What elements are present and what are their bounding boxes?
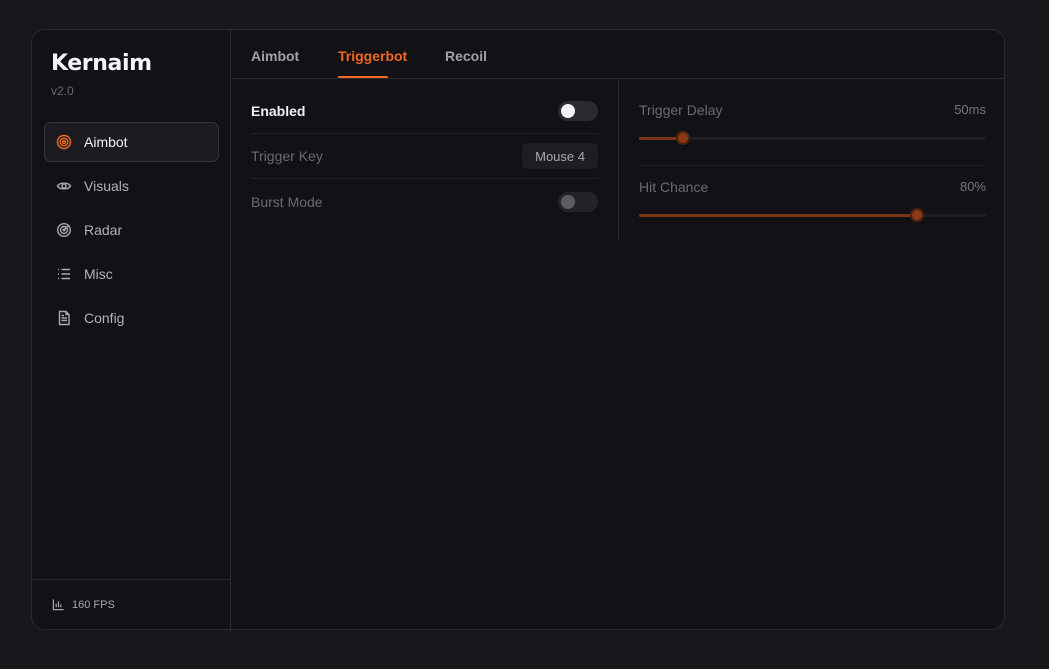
sidebar-nav: Aimbot Visuals Radar Misc Config	[44, 122, 219, 342]
hit-chance-slider-row: Hit Chance 80%	[639, 166, 986, 243]
enabled-toggle[interactable]	[558, 101, 598, 121]
sidebar-item-visuals[interactable]: Visuals	[44, 166, 219, 206]
target-icon	[56, 134, 72, 150]
sidebar: Kernaim v2.0 Aimbot Visuals Radar Misc C…	[32, 30, 231, 629]
app-window: Kernaim v2.0 Aimbot Visuals Radar Misc C…	[31, 29, 1005, 630]
trigger-key-label: Trigger Key	[251, 148, 323, 164]
toggle-knob	[561, 104, 575, 118]
sidebar-item-misc[interactable]: Misc	[44, 254, 219, 294]
bar-chart-icon	[52, 599, 64, 611]
trigger-delay-label: Trigger Delay	[639, 102, 723, 118]
sidebar-item-label: Visuals	[84, 178, 129, 194]
sidebar-item-radar[interactable]: Radar	[44, 210, 219, 250]
sidebar-item-label: Radar	[84, 222, 123, 238]
sidebar-item-aimbot[interactable]: Aimbot	[44, 122, 219, 162]
tab-recoil[interactable]: Recoil	[445, 48, 487, 64]
tab-aimbot[interactable]: Aimbot	[251, 48, 299, 64]
sidebar-item-config[interactable]: Config	[44, 298, 219, 338]
fps-text: 160 FPS	[72, 598, 115, 611]
tab-triggerbot[interactable]: Triggerbot	[338, 48, 407, 64]
eye-icon	[56, 182, 72, 190]
toggle-knob	[561, 194, 575, 209]
list-icon	[58, 268, 70, 280]
tab-bar: Aimbot Triggerbot Recoil	[232, 30, 1004, 79]
trigger-delay-track[interactable]	[639, 131, 986, 145]
enabled-row: Enabled	[251, 89, 598, 134]
hit-chance-label: Hit Chance	[639, 179, 709, 195]
app-version: v2.0	[51, 84, 74, 98]
sidebar-item-label: Config	[84, 310, 125, 326]
trigger-key-row: Trigger Key Mouse 4	[251, 134, 598, 179]
hit-chance-value: 80%	[959, 179, 986, 194]
panel-divider	[618, 80, 619, 240]
sidebar-item-label: Aimbot	[84, 134, 128, 150]
active-tab-indicator	[338, 76, 388, 78]
burst-mode-row: Burst Mode	[251, 179, 598, 224]
radar-icon	[56, 222, 72, 238]
trigger-delay-value: 50ms	[954, 102, 986, 117]
hit-chance-thumb[interactable]	[909, 208, 924, 222]
file-icon	[58, 310, 70, 326]
hit-chance-track[interactable]	[639, 208, 986, 222]
fps-counter: 160 FPS	[32, 579, 230, 629]
burst-mode-toggle[interactable]	[558, 191, 598, 212]
main-panel: Aimbot Triggerbot Recoil Enabled Trigger…	[232, 30, 1004, 629]
trigger-delay-slider-row: Trigger Delay 50ms	[639, 89, 986, 166]
trigger-key-button[interactable]: Mouse 4	[522, 143, 598, 169]
trigger-delay-thumb[interactable]	[676, 131, 691, 145]
slider-settings: Trigger Delay 50ms Hit Chance 80%	[639, 89, 986, 243]
burst-mode-label: Burst Mode	[251, 193, 323, 210]
enabled-label: Enabled	[251, 103, 306, 119]
hit-chance-fill	[639, 214, 917, 217]
trigger-settings: Enabled Trigger Key Mouse 4 Burst Mode	[251, 89, 598, 224]
sidebar-item-label: Misc	[84, 266, 113, 282]
app-title: Kernaim	[51, 51, 152, 76]
